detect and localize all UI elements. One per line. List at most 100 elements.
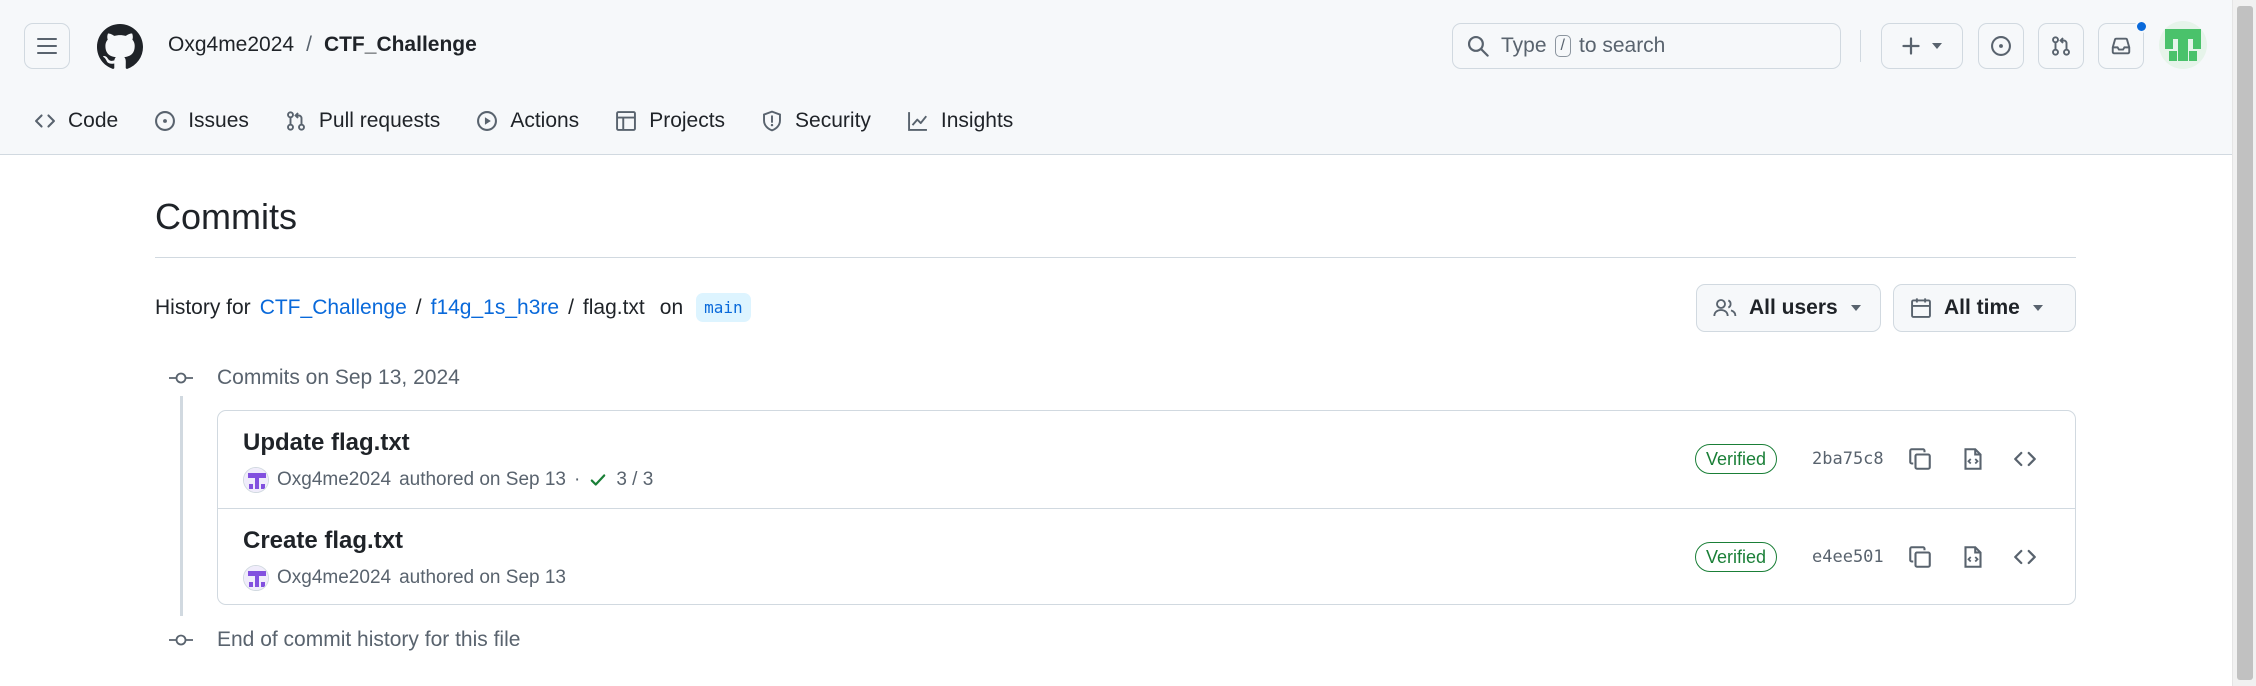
create-new-button[interactable]	[1881, 23, 1963, 69]
repo-nav: Code Issues Pull requests Actions Projec…	[24, 100, 1037, 142]
verified-badge[interactable]: Verified	[1695, 444, 1778, 474]
calendar-icon	[1911, 298, 1931, 318]
play-icon	[477, 111, 498, 131]
copy-icon	[1909, 546, 1931, 568]
path-repo-link[interactable]: CTF_Challenge	[260, 296, 407, 320]
plus-icon	[1902, 37, 1920, 55]
git-pull-request-icon	[286, 111, 305, 131]
header-divider	[1860, 30, 1861, 62]
search-placeholder: Type / to search	[1501, 34, 1665, 58]
tab-pull-requests[interactable]: Pull requests	[273, 100, 452, 142]
commit-title-link[interactable]: Update flag.txt	[243, 429, 410, 457]
tab-insights-label: Insights	[940, 109, 1014, 132]
tab-insights[interactable]: Insights	[895, 100, 1025, 142]
repo-name-link[interactable]: CTF_Challenge	[324, 33, 477, 57]
commit-authored-date: authored on Sep 13	[399, 567, 566, 588]
git-commit-icon	[167, 368, 195, 388]
table-icon	[616, 111, 637, 131]
path-file: flag.txt	[582, 295, 645, 319]
history-prefix: History for	[155, 295, 251, 319]
user-avatar[interactable]	[2159, 21, 2207, 69]
path-folder-link[interactable]: f14g_1s_h3re	[431, 296, 559, 320]
file-code-icon	[1964, 546, 1982, 568]
commit-sha-link[interactable]: e4ee501	[1812, 547, 1884, 567]
tab-issues[interactable]: Issues	[142, 100, 261, 142]
copy-sha-button[interactable]	[1903, 442, 1937, 476]
tab-security-label: Security	[795, 109, 871, 132]
commit-group-date: Commits on Sep 13, 2024	[217, 366, 460, 389]
all-time-filter-button[interactable]: All time	[1893, 284, 2076, 332]
meta-dot: ·	[574, 469, 581, 490]
hamburger-icon	[37, 38, 57, 54]
commit-sha-link[interactable]: 2ba75c8	[1812, 449, 1884, 469]
page-title: Commits	[155, 196, 297, 237]
shield-icon	[763, 110, 781, 132]
code-icon	[2014, 549, 2036, 565]
commit-list: Update flag.txt Oxg4me2024 authored on S…	[217, 410, 2076, 605]
repo-owner-link[interactable]: Oxg4me2024	[168, 33, 294, 57]
list-item: Create flag.txt Oxg4me2024 authored on S…	[218, 508, 2075, 605]
tab-security[interactable]: Security	[749, 100, 883, 142]
author-avatar[interactable]	[243, 467, 269, 493]
copy-icon	[1909, 448, 1931, 470]
commit-author-link[interactable]: Oxg4me2024	[277, 469, 391, 491]
tab-code-label: Code	[68, 109, 119, 132]
path-separator: /	[568, 295, 574, 319]
github-logo-icon[interactable]	[97, 24, 143, 70]
tab-projects-label: Projects	[649, 109, 726, 132]
page-scrollbar[interactable]	[2232, 0, 2256, 686]
scrollbar-thumb[interactable]	[2237, 6, 2253, 680]
file-code-icon	[1964, 448, 1982, 470]
tab-issues-label: Issues	[188, 109, 249, 132]
verified-badge[interactable]: Verified	[1695, 542, 1778, 572]
git-pull-request-icon	[2052, 36, 2070, 56]
search-suffix: to search	[1578, 34, 1666, 57]
title-divider	[155, 257, 2076, 258]
list-item: Update flag.txt Oxg4me2024 authored on S…	[218, 411, 2075, 508]
triangle-down-icon	[2032, 305, 2043, 311]
tab-actions[interactable]: Actions	[464, 100, 591, 142]
triangle-down-icon	[1932, 43, 1942, 49]
browse-repo-at-commit-button[interactable]	[2008, 540, 2042, 574]
graph-icon	[908, 112, 927, 131]
all-users-filter-button[interactable]: All users	[1696, 284, 1881, 332]
branch-on-label: on	[659, 295, 684, 319]
search-prefix: Type	[1501, 34, 1547, 57]
branch-badge[interactable]: main	[696, 293, 751, 322]
timeline-line	[180, 396, 183, 616]
tab-actions-label: Actions	[510, 109, 580, 132]
issues-button[interactable]	[1978, 23, 2024, 69]
view-file-at-commit-button[interactable]	[1956, 442, 1990, 476]
all-time-label: All time	[1944, 296, 2020, 319]
issue-opened-icon	[1991, 36, 2011, 56]
commit-authored-date: authored on Sep 13	[399, 469, 566, 490]
menu-button[interactable]	[24, 23, 70, 69]
commit-title-link[interactable]: Create flag.txt	[243, 527, 403, 555]
path-separator: /	[415, 295, 422, 319]
tab-pull-requests-label: Pull requests	[318, 109, 441, 132]
tab-code[interactable]: Code	[24, 100, 130, 142]
search-shortcut-key: /	[1554, 35, 1571, 57]
tab-projects[interactable]: Projects	[603, 100, 737, 142]
code-icon	[35, 114, 55, 128]
end-of-history-label: End of commit history for this file	[217, 628, 521, 651]
commit-meta: Oxg4me2024 authored on Sep 13 · 3 / 3	[243, 467, 653, 493]
notification-dot	[2135, 20, 2148, 33]
inbox-icon	[2111, 37, 2131, 55]
git-commit-icon	[167, 630, 195, 650]
commit-meta: Oxg4me2024 authored on Sep 13	[243, 565, 566, 591]
issue-opened-icon	[155, 111, 176, 131]
checks-count[interactable]: 3 / 3	[616, 469, 653, 491]
commit-author-link[interactable]: Oxg4me2024	[277, 567, 391, 589]
check-icon[interactable]	[588, 471, 608, 489]
view-file-at-commit-button[interactable]	[1956, 540, 1990, 574]
repo-breadcrumb: Oxg4me2024 / CTF_Challenge	[168, 33, 477, 57]
pull-requests-button[interactable]	[2038, 23, 2084, 69]
all-users-label: All users	[1749, 296, 1838, 319]
browse-repo-at-commit-button[interactable]	[2008, 442, 2042, 476]
author-avatar[interactable]	[243, 565, 269, 591]
copy-sha-button[interactable]	[1903, 540, 1937, 574]
search-input[interactable]: Type / to search	[1452, 23, 1841, 69]
people-icon	[1713, 299, 1737, 317]
search-icon	[1467, 35, 1489, 57]
